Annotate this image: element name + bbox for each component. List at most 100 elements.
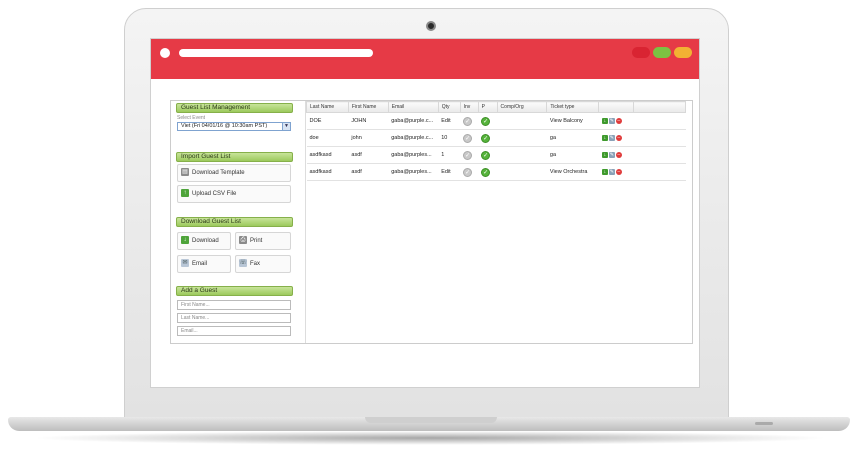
- cell-comp-org: [497, 112, 547, 130]
- invite-status-icon[interactable]: ✓: [463, 133, 473, 143]
- paid-status-icon[interactable]: ✓: [481, 116, 491, 126]
- paid-status-icon[interactable]: ✓: [481, 133, 491, 143]
- edit-icon[interactable]: ✎: [608, 134, 615, 141]
- cell-ticket-link[interactable]: View Balcony: [546, 112, 599, 130]
- cell-qty: 10: [438, 129, 461, 147]
- upload-icon: ↑: [181, 188, 189, 197]
- chevron-down-icon[interactable]: ▼: [282, 123, 290, 130]
- email-icon: ✉: [181, 258, 189, 267]
- edit-icon[interactable]: ✎: [608, 168, 615, 175]
- download-label: Download: [192, 238, 219, 244]
- col-spacer: [633, 101, 686, 113]
- select-event-label: Select Event: [177, 115, 206, 121]
- table-row[interactable]: asdfkasd asdf gaba@purples... Edit ✓ ✓ V…: [306, 163, 686, 181]
- cell-email: gaba@purple.c...: [388, 129, 439, 147]
- cell-email: gaba@purple.c...: [388, 112, 439, 130]
- col-first-name[interactable]: First Name: [347, 101, 389, 113]
- cell-first-name: john: [348, 129, 389, 147]
- guest-list-app: Guest List Management Select Event Viet …: [170, 100, 693, 344]
- laptop-led: [755, 422, 773, 425]
- table-header-row: Last Name First Name Email Qty Inv P Com…: [306, 101, 686, 113]
- cell-ticket: ga: [546, 146, 599, 164]
- laptop-shadow: [30, 431, 830, 445]
- add-guest-header: Add a Guest: [176, 286, 293, 296]
- cell-qty-edit-link[interactable]: Edit: [438, 163, 461, 181]
- table-row[interactable]: doe john gaba@purple.c... 10 ✓ ✓ ga ↓ ✎ –: [306, 129, 686, 147]
- window-close-button[interactable]: [632, 47, 650, 58]
- browser-bar: [151, 39, 699, 79]
- download-icon[interactable]: ↓: [601, 168, 608, 175]
- download-template-button[interactable]: ▤ Download Template: [177, 164, 291, 182]
- cell-ticket: ga: [546, 129, 599, 147]
- fax-button[interactable]: ☏ Fax: [235, 255, 291, 273]
- col-ticket-type[interactable]: Ticket type: [546, 101, 600, 113]
- first-name-input[interactable]: First Name...: [177, 300, 291, 310]
- table-row[interactable]: DOE JOHN gaba@purple.c... Edit ✓ ✓ View …: [306, 112, 686, 130]
- invite-status-icon[interactable]: ✓: [463, 116, 473, 126]
- sidebar: Guest List Management Select Event Viet …: [174, 102, 293, 342]
- window-maximize-button[interactable]: [674, 47, 692, 58]
- cell-last-name: asdfkasd: [306, 146, 349, 164]
- email-input[interactable]: Email...: [177, 326, 291, 336]
- print-button[interactable]: ⎙ Print: [235, 232, 291, 250]
- cell-email: gaba@purples...: [388, 146, 439, 164]
- guest-table: Last Name First Name Email Qty Inv P Com…: [306, 101, 686, 181]
- browser-dot-icon: [160, 48, 170, 58]
- cell-ticket-link[interactable]: View Orchestra: [546, 163, 599, 181]
- upload-csv-label: Upload CSV File: [192, 191, 237, 197]
- download-icon: ↓: [181, 235, 189, 244]
- email-label: Email: [192, 261, 208, 267]
- download-icon[interactable]: ↓: [601, 134, 608, 141]
- invite-status-icon[interactable]: ✓: [463, 150, 473, 160]
- cell-first-name: JOHN: [348, 112, 389, 130]
- col-actions: [598, 101, 635, 113]
- col-p[interactable]: P: [477, 101, 498, 113]
- cell-last-name: doe: [306, 129, 349, 147]
- download-guest-list-header: Download Guest List: [176, 217, 293, 227]
- col-email[interactable]: Email: [387, 101, 439, 113]
- camera-icon: [426, 21, 436, 31]
- delete-icon[interactable]: –: [615, 117, 622, 124]
- col-last-name[interactable]: Last Name: [306, 101, 349, 113]
- address-bar[interactable]: [179, 49, 373, 57]
- delete-icon[interactable]: –: [615, 151, 622, 158]
- cell-email: gaba@purples...: [388, 163, 439, 181]
- cell-comp-org: [497, 146, 547, 164]
- edit-icon[interactable]: ✎: [608, 117, 615, 124]
- upload-csv-button[interactable]: ↑ Upload CSV File: [177, 185, 291, 203]
- invite-status-icon[interactable]: ✓: [463, 167, 473, 177]
- event-select-value: Viet (Fri 04/01/16 @ 10:30am PST): [181, 123, 268, 129]
- edit-icon[interactable]: ✎: [608, 151, 615, 158]
- cell-comp-org: [497, 163, 547, 181]
- printer-icon: ⎙: [239, 235, 247, 244]
- download-icon[interactable]: ↓: [601, 151, 608, 158]
- document-icon: ▤: [181, 167, 189, 176]
- cell-comp-org: [497, 129, 547, 147]
- laptop-screen: Guest List Management Select Event Viet …: [150, 38, 700, 388]
- cell-qty-edit-link[interactable]: Edit: [438, 112, 461, 130]
- guest-table-panel: Last Name First Name Email Qty Inv P Com…: [305, 101, 688, 343]
- event-select[interactable]: Viet (Fri 04/01/16 @ 10:30am PST) ▼: [177, 122, 291, 131]
- download-template-label: Download Template: [192, 170, 245, 176]
- print-label: Print: [250, 238, 263, 244]
- paid-status-icon[interactable]: ✓: [481, 150, 491, 160]
- delete-icon[interactable]: –: [615, 134, 622, 141]
- laptop-base-notch: [365, 417, 497, 423]
- last-name-input[interactable]: Last Name...: [177, 313, 291, 323]
- paid-status-icon[interactable]: ✓: [481, 167, 491, 177]
- col-comp-org[interactable]: Comp/Org: [496, 101, 548, 113]
- window-minimize-button[interactable]: [653, 47, 671, 58]
- import-guest-list-header: Import Guest List: [176, 152, 293, 162]
- col-qty[interactable]: Qty: [437, 101, 461, 113]
- download-icon[interactable]: ↓: [601, 117, 608, 124]
- email-button[interactable]: ✉ Email: [177, 255, 231, 273]
- table-row[interactable]: asdfkasd asdf gaba@purples... 1 ✓ ✓ ga ↓…: [306, 146, 686, 164]
- download-button[interactable]: ↓ Download: [177, 232, 231, 250]
- delete-icon[interactable]: –: [615, 168, 622, 175]
- cell-last-name: DOE: [306, 112, 349, 130]
- col-inv[interactable]: Inv: [459, 101, 479, 113]
- cell-first-name: asdf: [348, 146, 389, 164]
- fax-label: Fax: [250, 261, 261, 267]
- fax-icon: ☏: [239, 258, 247, 267]
- cell-last-name: asdfkasd: [306, 163, 349, 181]
